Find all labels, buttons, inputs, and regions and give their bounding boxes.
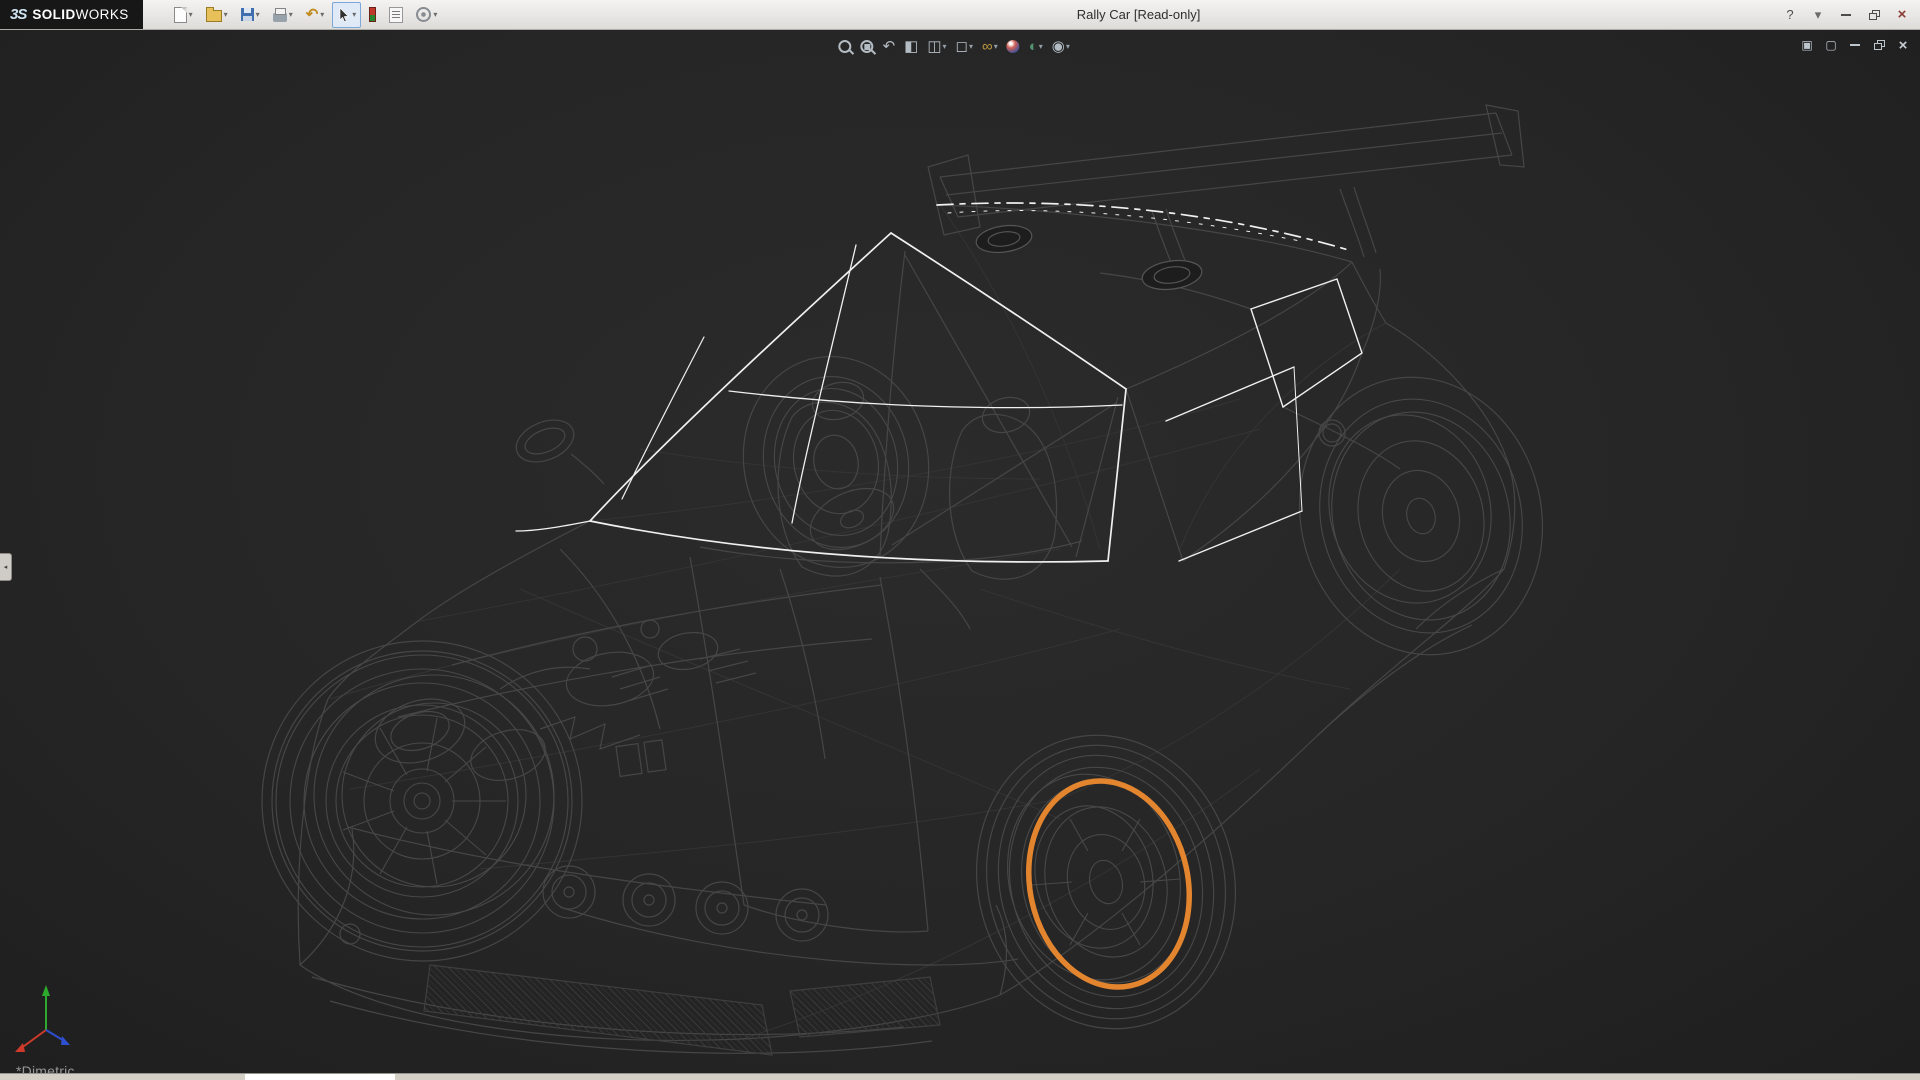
print-icon bbox=[273, 13, 287, 22]
apply-scene-dropdown[interactable]: ▾ bbox=[1039, 43, 1043, 51]
help-dropdown[interactable]: ▾ bbox=[1806, 4, 1830, 26]
apply-scene-icon: ◐ bbox=[1029, 39, 1038, 54]
document-close-button[interactable]: × bbox=[1894, 36, 1912, 54]
new-document-button[interactable]: ▾ bbox=[169, 2, 198, 28]
display-style-icon: ◻ bbox=[956, 39, 968, 54]
open-folder-icon bbox=[206, 10, 222, 22]
highlighted-edges bbox=[516, 203, 1362, 562]
document-restore-button[interactable] bbox=[1870, 36, 1888, 54]
file-properties-icon bbox=[389, 7, 403, 23]
view-settings-dropdown[interactable]: ▾ bbox=[1066, 43, 1070, 51]
section-view-button[interactable]: ◧ bbox=[901, 37, 921, 56]
minimize-button[interactable] bbox=[1834, 4, 1858, 26]
apply-scene-button[interactable]: ◐ ▾ bbox=[1026, 37, 1046, 56]
previous-view-icon: ↶ bbox=[883, 39, 896, 54]
heads-up-toolbar: ↶ ◧ ◫ ▾ ◻ ▾ ∞ ▾ ◐ ▾ ◉ ▾ bbox=[836, 37, 1073, 56]
document-window-controls: ▣ ▢ × bbox=[1798, 36, 1912, 54]
restore-icon bbox=[1869, 10, 1880, 20]
window-controls: ? ▾ × bbox=[1778, 4, 1920, 26]
status-bar bbox=[0, 1073, 1920, 1080]
save-icon bbox=[241, 8, 254, 21]
previous-view-button[interactable]: ↶ bbox=[880, 37, 899, 56]
undo-icon: ↶ bbox=[306, 7, 319, 22]
print-button[interactable]: ▾ bbox=[268, 2, 298, 28]
zoom-to-fit-icon bbox=[839, 40, 852, 53]
options-dropdown[interactable]: ▾ bbox=[433, 11, 437, 19]
minimize-icon bbox=[1841, 14, 1851, 16]
section-view-icon: ◧ bbox=[904, 39, 918, 54]
save-button[interactable]: ▾ bbox=[236, 2, 265, 28]
print-dropdown[interactable]: ▾ bbox=[289, 11, 293, 19]
hide-show-items-dropdown[interactable]: ▾ bbox=[994, 43, 998, 51]
gear-icon bbox=[416, 7, 431, 22]
restore-button[interactable] bbox=[1862, 4, 1886, 26]
wheels-wireframe bbox=[276, 363, 1548, 1033]
zoom-to-area-button[interactable] bbox=[858, 38, 877, 55]
save-dropdown[interactable]: ▾ bbox=[256, 11, 260, 19]
close-button[interactable]: × bbox=[1890, 4, 1914, 26]
rebuild-icon bbox=[369, 7, 376, 22]
document-title: Rally Car [Read-only] bbox=[1077, 0, 1201, 29]
new-document-dropdown[interactable]: ▾ bbox=[189, 11, 193, 19]
zoom-to-area-icon bbox=[861, 40, 874, 53]
undo-button[interactable]: ↶ ▾ bbox=[301, 2, 330, 28]
panel-toggle-right-button[interactable]: ▢ bbox=[1822, 36, 1840, 54]
3ds-logo-icon: 3S bbox=[10, 6, 26, 23]
open-button[interactable]: ▾ bbox=[201, 2, 233, 28]
view-orientation-button[interactable]: ◫ ▾ bbox=[924, 37, 949, 56]
zoom-to-fit-button[interactable] bbox=[836, 38, 855, 55]
display-style-button[interactable]: ◻ ▾ bbox=[953, 37, 976, 56]
car-body-wireframe bbox=[262, 105, 1573, 1058]
help-button[interactable]: ? bbox=[1778, 4, 1802, 26]
edit-appearance-icon bbox=[1007, 40, 1020, 53]
hide-show-items-button[interactable]: ∞ ▾ bbox=[979, 37, 1001, 56]
view-orientation-icon: ◫ bbox=[927, 39, 941, 54]
open-dropdown[interactable]: ▾ bbox=[224, 11, 228, 19]
view-settings-button[interactable]: ◉ ▾ bbox=[1049, 37, 1073, 56]
featuremanager-collapsed-tab[interactable]: ◂ bbox=[0, 553, 12, 581]
panel-toggle-left-button[interactable]: ▣ bbox=[1798, 36, 1816, 54]
edit-appearance-button[interactable] bbox=[1004, 38, 1023, 55]
titlebar: 3S SOLIDWORKS ▾ ▾ ▾ ▾ ↶ ▾ ▾ bbox=[0, 0, 1920, 30]
select-cursor-icon bbox=[337, 7, 350, 23]
rally-car-wireframe-model[interactable] bbox=[0, 29, 1920, 1074]
orientation-triad[interactable] bbox=[6, 978, 96, 1068]
view-orientation-dropdown[interactable]: ▾ bbox=[943, 43, 947, 51]
hide-show-items-icon: ∞ bbox=[982, 39, 993, 54]
display-style-dropdown[interactable]: ▾ bbox=[969, 43, 973, 51]
new-document-icon bbox=[174, 7, 187, 23]
select-dropdown[interactable]: ▾ bbox=[352, 11, 356, 19]
undo-dropdown[interactable]: ▾ bbox=[320, 11, 324, 19]
document-minimize-button[interactable] bbox=[1846, 36, 1864, 54]
solidworks-logo: 3S SOLIDWORKS bbox=[0, 0, 143, 29]
select-button[interactable]: ▾ bbox=[332, 2, 361, 28]
view-settings-icon: ◉ bbox=[1052, 39, 1065, 54]
main-toolbar: ▾ ▾ ▾ ▾ ↶ ▾ ▾ bbox=[169, 2, 443, 28]
options-button[interactable]: ▾ bbox=[411, 2, 442, 28]
file-properties-button[interactable] bbox=[384, 2, 408, 28]
status-bar-segment bbox=[245, 1074, 395, 1080]
solidworks-wordmark: SOLIDWORKS bbox=[32, 7, 128, 22]
document-restore-icon bbox=[1874, 40, 1885, 50]
graphics-viewport[interactable]: ↶ ◧ ◫ ▾ ◻ ▾ ∞ ▾ ◐ ▾ ◉ ▾ ▣ ▢ bbox=[0, 29, 1920, 1074]
document-minimize-icon bbox=[1850, 44, 1860, 46]
rebuild-button[interactable] bbox=[364, 2, 381, 28]
